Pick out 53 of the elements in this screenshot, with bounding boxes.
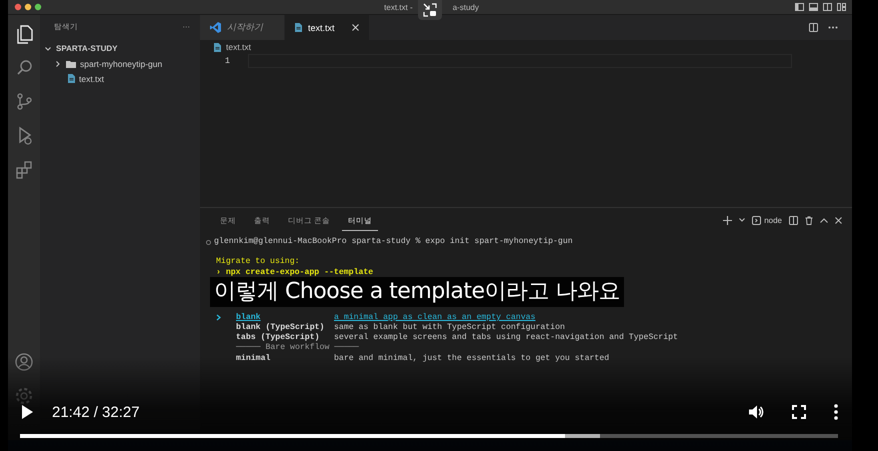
folder-name[interactable]: SPARTA-STUDY — [56, 44, 118, 53]
terminal-line: › npx create-expo-app --template — [216, 268, 374, 278]
more-vertical-icon[interactable] — [834, 404, 838, 420]
breadcrumb[interactable]: text.txt — [226, 42, 252, 52]
extensions-icon[interactable] — [14, 159, 34, 180]
panel-layout-icon[interactable] — [809, 3, 818, 11]
editor-tab[interactable]: 시작하기 — [200, 15, 285, 40]
terminal-line: ───── Bare workflow ───── — [236, 343, 359, 352]
layout-grid-icon[interactable] — [837, 3, 846, 11]
template-option[interactable]: minimal bare and minimal, just the essentials to get you started — [206, 354, 852, 364]
editor-tab[interactable]: text.txt — [285, 15, 370, 40]
exit-pip-icon — [423, 3, 437, 17]
volume-icon[interactable] — [748, 404, 764, 420]
terminal-line: Migrate to using: — [216, 257, 300, 268]
template-option[interactable]: blank (TypeScript) same as blank but with TypeScript configuration — [206, 323, 852, 334]
subtitle: 이렇게 Choose a template이라고 나와요 — [210, 277, 624, 307]
split-terminal-icon[interactable] — [789, 216, 798, 224]
chevron-down-icon[interactable] — [739, 218, 746, 222]
sidebar-layout-icon[interactable] — [795, 3, 804, 11]
account-icon[interactable] — [14, 352, 34, 373]
folder-icon — [66, 60, 76, 68]
window-title: text.txt - — [384, 2, 413, 12]
vscode-logo-icon — [210, 22, 221, 33]
chevron-right-icon[interactable] — [54, 60, 62, 68]
chevron-down-icon[interactable] — [44, 44, 52, 52]
window-controls-icon[interactable] — [14, 3, 44, 11]
close-icon[interactable] — [835, 216, 842, 224]
pointer-icon — [216, 314, 221, 322]
template-option[interactable]: tabs (TypeScript) several example screens and tabs using react-navigation and TypeScript — [206, 333, 852, 344]
terminal-line: glennkim@glennui-MacBookPro sparta-study % expo init spart-myhoneytip-gun — [214, 237, 573, 248]
play-icon[interactable] — [20, 404, 34, 420]
video-time: 21:42 / 32:27 — [52, 404, 140, 420]
file-icon — [295, 23, 302, 32]
video-progress-bar[interactable] — [20, 434, 838, 438]
plus-icon[interactable] — [723, 216, 732, 224]
chevron-up-icon[interactable] — [820, 218, 828, 222]
more-icon[interactable] — [828, 26, 838, 29]
exit-pip-button[interactable] — [418, 0, 442, 20]
file-name[interactable]: text.txt — [79, 74, 104, 84]
terminal-name[interactable]: node — [764, 216, 782, 224]
close-icon[interactable] — [352, 24, 359, 31]
trash-icon[interactable] — [805, 216, 813, 224]
fullscreen-icon[interactable] — [792, 405, 806, 419]
file-icon — [68, 74, 75, 83]
file-icon — [214, 42, 221, 52]
prompt-circle-icon — [206, 240, 211, 245]
folder-name[interactable]: spart-myhoneytip-gun — [80, 58, 162, 68]
terminal-icon — [752, 216, 762, 224]
window-title: a-study — [452, 2, 479, 12]
line-number: 1 — [224, 56, 230, 66]
template-option[interactable]: blank a minimal app as clean as an empty canvas — [206, 312, 852, 323]
split-layout-icon[interactable] — [823, 3, 832, 11]
split-editor-icon[interactable] — [809, 23, 818, 32]
